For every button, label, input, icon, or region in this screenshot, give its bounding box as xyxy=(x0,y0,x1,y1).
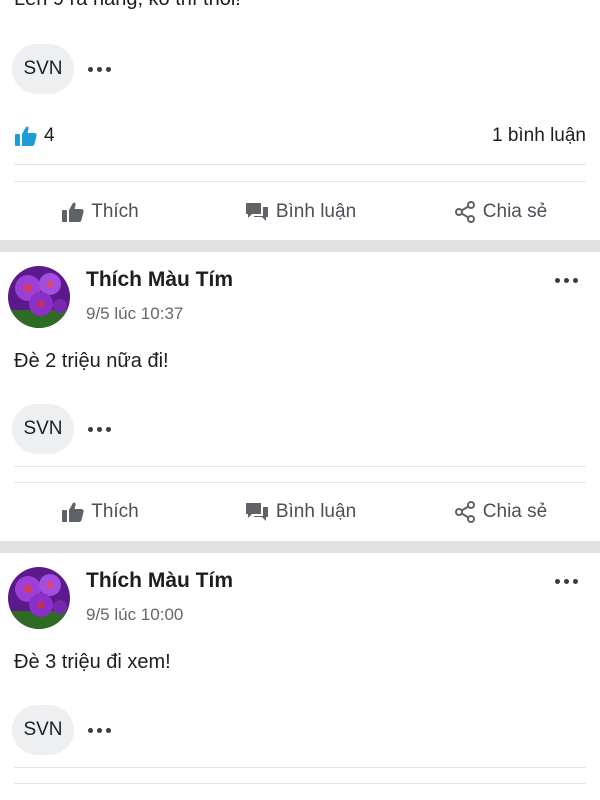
post-3: Thích Màu Tím 9/5 lúc 10:00 Đè 3 triệu đ… xyxy=(0,553,600,800)
avatar[interactable] xyxy=(8,266,70,328)
action-bar: Thích Bình luận Chia sẻ xyxy=(0,184,600,240)
like-count-value: 4 xyxy=(44,125,55,146)
share-button[interactable]: Chia sẻ xyxy=(400,184,600,240)
tag-row: SVN xyxy=(12,705,111,755)
comment-icon xyxy=(245,203,268,221)
orchid-avatar-icon xyxy=(8,567,70,629)
like-button[interactable]: Thích xyxy=(0,184,200,240)
comment-label: Bình luận xyxy=(275,201,357,222)
share-button[interactable]: Chia sẻ xyxy=(400,484,600,540)
post-1: Lên 9 ra hàng, ko thì thôi! SVN 4 1 bình… xyxy=(0,0,600,238)
post-time[interactable]: 9/5 lúc 10:00 xyxy=(86,605,183,625)
thumbs-up-icon xyxy=(62,502,84,522)
author-name[interactable]: Thích Màu Tím xyxy=(86,569,233,593)
thumbs-up-icon xyxy=(15,126,37,146)
tag-pill[interactable]: SVN xyxy=(12,44,74,94)
thumbs-up-icon xyxy=(62,202,84,222)
action-bar: Thích Bình luận Chia sẻ xyxy=(0,484,600,540)
divider xyxy=(14,767,586,768)
more-icon[interactable] xyxy=(88,59,111,79)
post-text: Đè 3 triệu đi xem! xyxy=(14,651,171,673)
comment-icon xyxy=(245,503,268,521)
like-button[interactable]: Thích xyxy=(0,484,200,540)
share-icon xyxy=(454,501,475,523)
section-separator xyxy=(0,541,600,553)
avatar[interactable] xyxy=(8,567,70,629)
tag-row: SVN xyxy=(12,44,111,94)
post-menu-icon[interactable] xyxy=(555,579,578,584)
comment-button[interactable]: Bình luận xyxy=(200,484,400,540)
orchid-avatar-icon xyxy=(8,266,70,328)
share-label: Chia sẻ xyxy=(482,501,548,522)
share-icon xyxy=(454,201,475,223)
tag-row: SVN xyxy=(12,404,111,454)
tag-pill[interactable]: SVN xyxy=(12,705,74,755)
post-2: Thích Màu Tím 9/5 lúc 10:37 Đè 2 triệu n… xyxy=(0,252,600,542)
more-icon[interactable] xyxy=(88,419,111,439)
post-menu-icon[interactable] xyxy=(555,278,578,283)
like-count[interactable]: 4 xyxy=(14,116,55,156)
author-name[interactable]: Thích Màu Tím xyxy=(86,268,233,292)
comment-count[interactable]: 1 bình luận xyxy=(492,116,586,156)
divider xyxy=(14,482,586,483)
divider xyxy=(14,164,586,165)
comment-button[interactable]: Bình luận xyxy=(200,184,400,240)
divider xyxy=(14,466,586,467)
like-label: Thích xyxy=(91,501,139,522)
share-label: Chia sẻ xyxy=(482,201,548,222)
stats-row: 4 1 bình luận xyxy=(0,116,600,156)
comment-label: Bình luận xyxy=(275,501,357,522)
divider xyxy=(14,783,586,784)
more-icon[interactable] xyxy=(88,720,111,740)
like-label: Thích xyxy=(91,201,139,222)
post-time[interactable]: 9/5 lúc 10:37 xyxy=(86,304,183,324)
post-text: Lên 9 ra hàng, ko thì thôi! xyxy=(14,0,241,11)
post-text: Đè 2 triệu nữa đi! xyxy=(14,350,169,372)
divider xyxy=(14,181,586,182)
tag-pill[interactable]: SVN xyxy=(12,404,74,454)
section-separator xyxy=(0,240,600,252)
